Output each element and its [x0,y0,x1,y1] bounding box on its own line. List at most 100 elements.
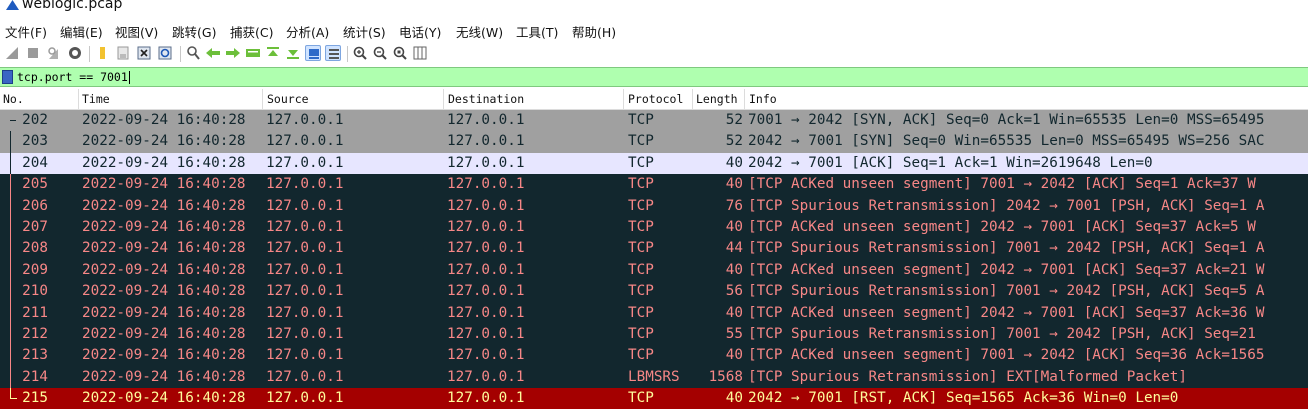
packet-row[interactable]: 206 2022-09-24 16:40:28 127.0.0.1 127.0.… [0,195,1308,217]
packet-time: 2022-09-24 16:40:28 [82,197,246,214]
packet-source: 127.0.0.1 [266,154,344,171]
menu-statistics[interactable]: 统计(S) [343,22,386,41]
menu-edit[interactable]: 编辑(E) [60,22,103,41]
menu-file[interactable]: 文件(F) [5,22,47,41]
menu-go[interactable]: 跳转(G) [172,22,216,41]
zoom-in-icon[interactable] [352,45,368,61]
close-file-icon[interactable] [136,45,152,61]
bookmark-icon[interactable] [2,70,13,84]
resize-columns-icon[interactable] [412,45,428,61]
col-header-length[interactable]: Length [696,92,738,106]
packet-destination: 127.0.0.1 [447,347,525,364]
packet-row[interactable]: 213 2022-09-24 16:40:28 127.0.0.1 127.0.… [0,345,1308,367]
go-first-icon[interactable] [265,45,281,61]
related-packet-marker [10,259,17,282]
packet-length: 44 [725,240,743,257]
column-divider[interactable] [692,89,693,109]
display-filter-bar [0,67,1308,87]
column-divider[interactable] [78,89,79,109]
packet-info: 2042 → 7001 [RST, ACK] Seq=1565 Ack=36 W… [748,390,1179,407]
packet-row[interactable]: 211 2022-09-24 16:40:28 127.0.0.1 127.0.… [0,302,1308,324]
toolbar-separator [347,46,348,62]
packet-info: [TCP ACKed unseen segment] 2042 → 7001 [… [748,304,1265,321]
menu-wireless[interactable]: 无线(W) [456,22,503,41]
packet-source: 127.0.0.1 [266,176,344,193]
packet-row[interactable]: 209 2022-09-24 16:40:28 127.0.0.1 127.0.… [0,259,1308,282]
packet-destination: 127.0.0.1 [447,240,525,257]
packet-destination: 127.0.0.1 [447,218,525,235]
zoom-normal-icon[interactable] [392,45,408,61]
packet-info: [TCP Spurious Retransmission] 7001 → 204… [748,283,1265,300]
shark-fin-start-icon[interactable] [4,45,20,61]
packet-no: 203 [22,133,48,150]
zoom-out-icon[interactable] [372,45,388,61]
packet-length: 40 [725,390,743,407]
packet-row[interactable]: 202 2022-09-24 16:40:28 127.0.0.1 127.0.… [0,110,1308,132]
packet-protocol: TCP [628,347,654,364]
packet-info: [TCP ACKed unseen segment] 7001 → 2042 [… [748,347,1265,364]
packet-time: 2022-09-24 16:40:28 [82,283,246,300]
packet-length: 76 [725,197,743,214]
toolbar-separator [89,46,90,62]
packet-destination: 127.0.0.1 [447,261,525,278]
column-divider[interactable] [623,89,624,109]
packet-time: 2022-09-24 16:40:28 [82,176,246,193]
packet-info: [TCP Spurious Retransmission] 7001 → 204… [748,325,1256,342]
main-toolbar [0,42,1308,66]
go-forward-arrow-icon[interactable] [225,45,241,61]
stop-square-icon[interactable] [25,45,41,61]
title-bar: weblogic.pcap [0,0,1308,18]
packet-row[interactable]: 203 2022-09-24 16:40:28 127.0.0.1 127.0.… [0,131,1308,153]
col-header-time[interactable]: Time [82,92,110,106]
menu-help[interactable]: 帮助(H) [572,22,616,41]
menu-telephony[interactable]: 电话(Y) [399,22,441,41]
reload-icon[interactable] [157,45,173,61]
col-header-destination[interactable]: Destination [448,92,524,106]
packet-row[interactable]: 208 2022-09-24 16:40:28 127.0.0.1 127.0.… [0,238,1308,260]
related-packet-marker [10,195,17,217]
packet-row[interactable]: 205 2022-09-24 16:40:28 127.0.0.1 127.0.… [0,174,1308,196]
open-folder-icon[interactable] [94,45,110,61]
related-packet-marker [10,174,17,196]
packet-time: 2022-09-24 16:40:28 [82,240,246,257]
packet-row[interactable]: 215 2022-09-24 16:40:28 127.0.0.1 127.0.… [0,388,1308,409]
packet-no: 212 [22,325,48,342]
menu-analyze[interactable]: 分析(A) [286,22,329,41]
packet-row[interactable]: 214 2022-09-24 16:40:28 127.0.0.1 127.0.… [0,366,1308,389]
file-save-icon[interactable] [115,45,131,61]
packet-no: 202 [22,112,48,128]
packet-row[interactable]: 212 2022-09-24 16:40:28 127.0.0.1 127.0.… [0,323,1308,346]
packet-length: 40 [725,154,743,171]
toolbar-separator [180,46,181,62]
packet-list: 202 2022-09-24 16:40:28 127.0.0.1 127.0.… [0,110,1308,409]
packet-info: 2042 → 7001 [SYN] Seq=0 Win=65535 Len=0 … [748,133,1265,150]
packet-length: 40 [725,304,743,321]
restart-fin-icon[interactable] [46,45,62,61]
gear-options-icon[interactable] [67,45,83,61]
packet-row[interactable]: 210 2022-09-24 16:40:28 127.0.0.1 127.0.… [0,281,1308,303]
menu-view[interactable]: 视图(V) [115,22,158,41]
column-divider[interactable] [262,89,263,109]
packet-destination: 127.0.0.1 [447,133,525,150]
packet-protocol: TCP [628,283,654,300]
packet-info: 7001 → 2042 [SYN, ACK] Seq=0 Ack=1 Win=6… [748,112,1265,128]
go-back-arrow-icon[interactable] [205,45,221,61]
go-to-packet-icon[interactable] [245,45,261,61]
packet-row-selected[interactable]: 204 2022-09-24 16:40:28 127.0.0.1 127.0.… [0,152,1308,175]
col-header-info[interactable]: Info [749,92,777,106]
packet-protocol: TCP [628,133,654,150]
colorize-icon[interactable] [325,45,341,61]
col-header-source[interactable]: Source [267,92,309,106]
column-divider[interactable] [443,89,444,109]
packet-destination: 127.0.0.1 [447,368,525,385]
col-header-protocol[interactable]: Protocol [628,92,683,106]
autoscroll-icon[interactable] [305,45,321,61]
menu-capture[interactable]: 捕获(C) [230,22,273,41]
find-magnifier-icon[interactable] [185,45,201,61]
display-filter-input[interactable] [17,69,1217,85]
column-divider[interactable] [744,89,745,109]
packet-row[interactable]: 207 2022-09-24 16:40:28 127.0.0.1 127.0.… [0,216,1308,239]
go-last-icon[interactable] [285,45,301,61]
menu-tools[interactable]: 工具(T) [516,22,558,41]
col-header-no[interactable]: No. [3,92,24,106]
